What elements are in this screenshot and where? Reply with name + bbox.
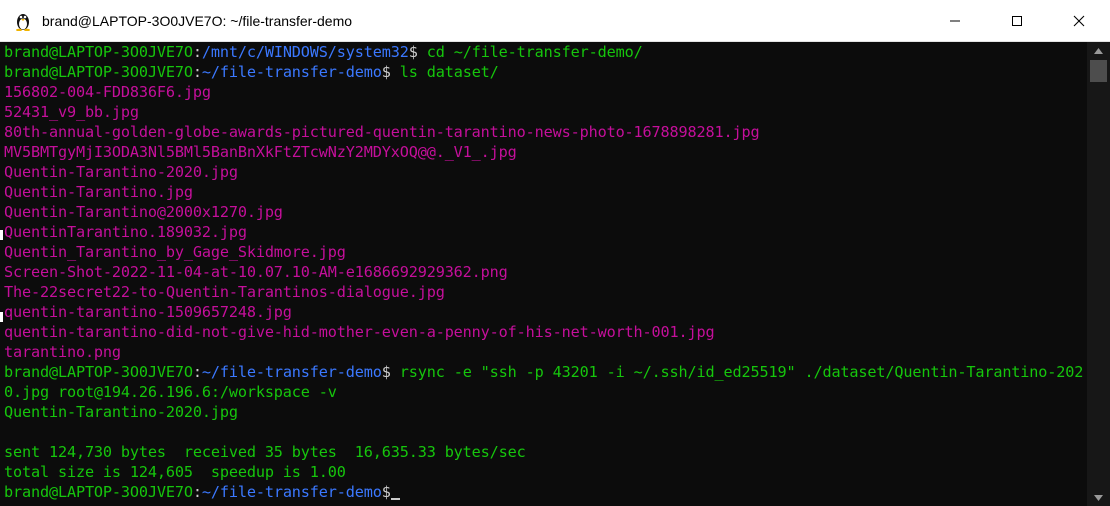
command-text: ls dataset/ xyxy=(390,63,499,81)
maximize-button[interactable] xyxy=(986,0,1048,41)
prompt-line: brand@LAPTOP-3O0JVE7O:~/file-transfer-de… xyxy=(4,482,1083,502)
prompt-symbol: $ xyxy=(408,43,418,61)
command-text: cd ~/file-transfer-demo/ xyxy=(417,43,643,61)
file-name: quentin-tarantino-did-not-give-hid-mothe… xyxy=(4,323,715,341)
prompt-separator: : xyxy=(192,63,202,81)
file-name: The-22secret22-to-Quentin-Tarantinos-dia… xyxy=(4,283,445,301)
file-listing-line: Quentin-Tarantino-2020.jpg xyxy=(4,162,1083,182)
file-name: QuentinTarantino.189032.jpg xyxy=(4,223,247,241)
terminal-output[interactable]: brand@LAPTOP-3O0JVE7O:/mnt/c/WINDOWS/sys… xyxy=(0,42,1087,506)
output-text: 0.jpg root@194.26.196.6:/workspace -v xyxy=(4,383,337,401)
minimize-button[interactable] xyxy=(924,0,986,41)
file-name: quentin-tarantino-1509657248.jpg xyxy=(4,303,292,321)
prompt-user: brand@LAPTOP-3O0JVE7O xyxy=(4,483,193,501)
prompt-symbol: $ xyxy=(381,483,391,501)
prompt-line: brand@LAPTOP-3O0JVE7O:~/file-transfer-de… xyxy=(4,62,1083,82)
terminal-lines: brand@LAPTOP-3O0JVE7O:/mnt/c/WINDOWS/sys… xyxy=(4,42,1083,502)
window-controls xyxy=(924,0,1110,41)
file-listing-line: 80th-annual-golden-globe-awards-pictured… xyxy=(4,122,1083,142)
file-name: 80th-annual-golden-globe-awards-pictured… xyxy=(4,123,760,141)
file-listing-line: The-22secret22-to-Quentin-Tarantinos-dia… xyxy=(4,282,1083,302)
prompt-line: brand@LAPTOP-3O0JVE7O:/mnt/c/WINDOWS/sys… xyxy=(4,42,1083,62)
file-listing-line: MV5BMTgyMjI3ODA3Nl5BMl5BanBnXkFtZTcwNzY2… xyxy=(4,142,1083,162)
file-name: Quentin_Tarantino_by_Gage_Skidmore.jpg xyxy=(4,243,346,261)
vertical-scrollbar[interactable] xyxy=(1087,42,1110,506)
file-listing-line: Quentin-Tarantino.jpg xyxy=(4,182,1083,202)
file-listing-line: 156802-004-FDD836F6.jpg xyxy=(4,82,1083,102)
left-edge-marker xyxy=(0,312,3,322)
prompt-user: brand@LAPTOP-3O0JVE7O xyxy=(4,63,193,81)
file-listing-line: quentin-tarantino-1509657248.jpg xyxy=(4,302,1083,322)
scroll-up-icon[interactable] xyxy=(1087,42,1110,59)
prompt-path: ~/file-transfer-demo xyxy=(201,363,382,381)
minimize-icon xyxy=(950,20,960,21)
prompt-separator: : xyxy=(192,483,202,501)
file-listing-line: Screen-Shot-2022-11-04-at-10.07.10-AM-e1… xyxy=(4,262,1083,282)
file-name: Quentin-Tarantino@2000x1270.jpg xyxy=(4,203,283,221)
output-line: sent 124,730 bytes received 35 bytes 16,… xyxy=(4,442,1083,462)
close-icon xyxy=(1073,15,1085,26)
left-edge-marker xyxy=(0,230,3,240)
prompt-symbol: $ xyxy=(381,63,391,81)
prompt-separator: : xyxy=(192,363,202,381)
scrollbar-thumb[interactable] xyxy=(1090,60,1107,82)
file-name: MV5BMTgyMjI3ODA3Nl5BMl5BanBnXkFtZTcwNzY2… xyxy=(4,143,517,161)
file-listing-line: QuentinTarantino.189032.jpg xyxy=(4,222,1083,242)
file-listing-line: 52431_v9_bb.jpg xyxy=(4,102,1083,122)
command-text: rsync -e "ssh -p 43201 -i ~/.ssh/id_ed25… xyxy=(390,363,1084,381)
file-name: 52431_v9_bb.jpg xyxy=(4,103,139,121)
linux-penguin-icon[interactable] xyxy=(12,10,34,32)
prompt-line: brand@LAPTOP-3O0JVE7O:~/file-transfer-de… xyxy=(4,362,1083,382)
output-line: total size is 124,605 speedup is 1.00 xyxy=(4,462,1083,482)
file-listing-line: quentin-tarantino-did-not-give-hid-mothe… xyxy=(4,322,1083,342)
output-text: Quentin-Tarantino-2020.jpg xyxy=(4,403,238,421)
file-name: 156802-004-FDD836F6.jpg xyxy=(4,83,211,101)
window-title: brand@LAPTOP-3O0JVE7O: ~/file-transfer-d… xyxy=(42,12,353,29)
file-name: Screen-Shot-2022-11-04-at-10.07.10-AM-e1… xyxy=(4,263,508,281)
prompt-separator: : xyxy=(192,43,202,61)
title-bar[interactable]: brand@LAPTOP-3O0JVE7O: ~/file-transfer-d… xyxy=(0,0,1110,42)
prompt-path: ~/file-transfer-demo xyxy=(201,483,382,501)
close-button[interactable] xyxy=(1048,0,1110,41)
prompt-path: ~/file-transfer-demo xyxy=(201,63,382,81)
prompt-user: brand@LAPTOP-3O0JVE7O xyxy=(4,43,193,61)
prompt-symbol: $ xyxy=(381,363,391,381)
output-line: 0.jpg root@194.26.196.6:/workspace -v xyxy=(4,382,1083,402)
scroll-down-icon[interactable] xyxy=(1087,489,1110,506)
maximize-icon xyxy=(1012,15,1022,26)
output-text: total size is 124,605 speedup is 1.00 xyxy=(4,463,346,481)
file-listing-line: Quentin-Tarantino@2000x1270.jpg xyxy=(4,202,1083,222)
output-text: sent 124,730 bytes received 35 bytes 16,… xyxy=(4,443,526,461)
file-name: Quentin-Tarantino-2020.jpg xyxy=(4,163,238,181)
output-line: Quentin-Tarantino-2020.jpg xyxy=(4,402,1083,422)
file-listing-line: Quentin_Tarantino_by_Gage_Skidmore.jpg xyxy=(4,242,1083,262)
file-name: tarantino.png xyxy=(4,343,121,361)
prompt-user: brand@LAPTOP-3O0JVE7O xyxy=(4,363,193,381)
prompt-path: /mnt/c/WINDOWS/system32 xyxy=(201,43,409,61)
file-name: Quentin-Tarantino.jpg xyxy=(4,183,193,201)
text-cursor xyxy=(390,498,400,500)
file-listing-line: tarantino.png xyxy=(4,342,1083,362)
